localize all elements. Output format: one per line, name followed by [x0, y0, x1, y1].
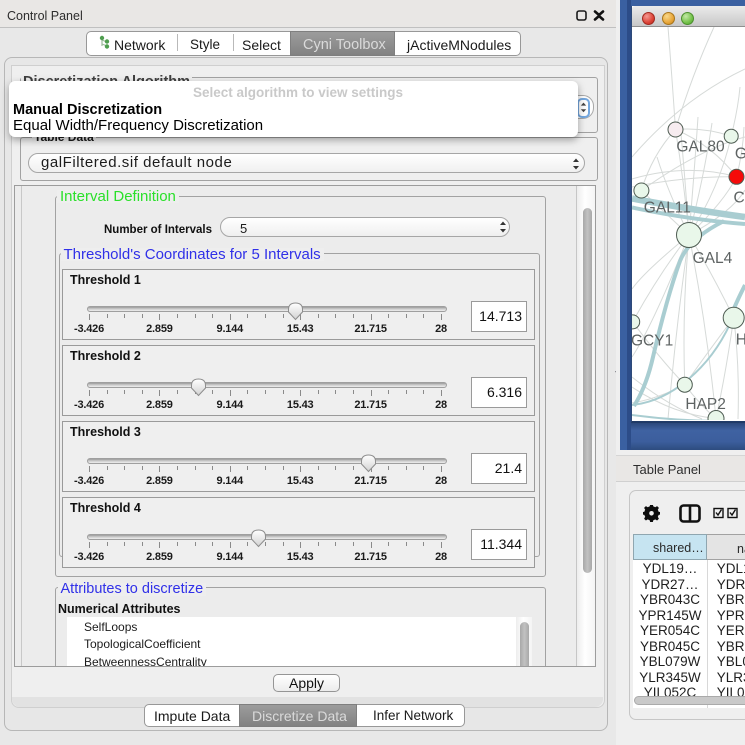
svg-text:GCY1: GCY1 [632, 332, 673, 349]
svg-text:H: H [736, 331, 745, 348]
svg-text:GAL11: GAL11 [644, 199, 691, 216]
svg-text:GAL: GAL [735, 146, 745, 163]
svg-text:GAL4: GAL4 [693, 250, 733, 267]
svg-text:GAL80: GAL80 [676, 139, 725, 156]
svg-text:CD: CD [734, 190, 745, 207]
svg-text:HAP2: HAP2 [685, 396, 726, 413]
